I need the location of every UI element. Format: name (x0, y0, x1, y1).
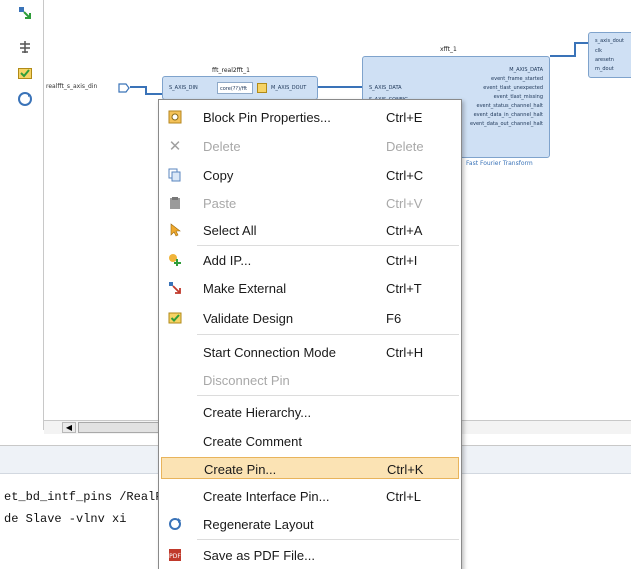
wire (574, 42, 576, 57)
external-port[interactable] (118, 82, 130, 93)
menu-item-shortcut: Ctrl+L (386, 489, 422, 504)
fft-right-pin[interactable]: M_AXIS_DATA (509, 67, 543, 73)
scrollbar-thumb[interactable] (78, 422, 168, 433)
menu-item-regenerate-layout[interactable]: Regenerate Layout (161, 513, 459, 535)
select-all-icon (167, 222, 183, 238)
menu-item-label: Validate Design (203, 311, 294, 326)
regenerate-tree-icon[interactable] (14, 36, 36, 58)
realfft-block-title: fft_real2fft_1 (212, 67, 250, 74)
realfft-right-pin[interactable]: M_AXIS_DOUT (271, 85, 306, 91)
menu-item-label: Delete (203, 139, 241, 154)
menu-item-label: Block Pin Properties... (203, 110, 331, 125)
fft-right-pin[interactable]: event_frame_started (491, 76, 543, 82)
right-block-pin[interactable]: m_dout (595, 66, 614, 72)
right-block[interactable]: s_axis_dout clk aresetn m_dout (588, 32, 631, 78)
regenerate-layout-icon[interactable] (14, 88, 36, 110)
menu-separator (197, 334, 459, 335)
menu-item-label: Make External (203, 281, 287, 296)
menu-separator (197, 395, 459, 396)
fft-block-subtitle: Fast Fourier Transform (466, 160, 533, 167)
menu-item-label: Select All (203, 223, 257, 238)
make-external-icon[interactable] (14, 2, 36, 24)
validate-design-icon (167, 310, 183, 326)
menu-item-shortcut: Ctrl+C (386, 168, 424, 183)
menu-item-label: Paste (203, 196, 237, 211)
wire (130, 86, 146, 88)
menu-item-disconnect-pin[interactable]: Disconnect Pin (161, 369, 459, 391)
diagram-toolbar (0, 0, 44, 430)
fft-right-pin[interactable]: event_tlast_missing (494, 94, 543, 100)
fft-right-pin[interactable]: event_status_channel_halt (477, 103, 543, 109)
validate-design-icon[interactable] (14, 62, 36, 84)
menu-item-save-as-pdf[interactable]: PDF Save as PDF File... (161, 544, 459, 566)
right-block-pin[interactable]: aresetn (595, 57, 614, 63)
make-external-icon (167, 280, 183, 296)
realfft-block[interactable]: S_AXIS_DIN core(??)/fft M_AXIS_DOUT (162, 76, 318, 100)
realfft-status-icon (257, 83, 267, 93)
menu-item-label: Disconnect Pin (203, 373, 290, 388)
menu-item-shortcut: Ctrl+A (386, 223, 423, 238)
wire (318, 86, 362, 88)
scroll-left-arrow-icon[interactable]: ◀ (62, 422, 76, 433)
right-block-pin[interactable]: s_axis_dout (595, 38, 624, 44)
menu-item-shortcut: F6 (386, 311, 402, 326)
copy-icon (167, 167, 183, 183)
menu-item-shortcut: Ctrl+K (387, 462, 424, 477)
menu-item-select-all[interactable]: Select All Ctrl+A (161, 219, 459, 241)
menu-item-shortcut: Ctrl+E (386, 110, 423, 125)
fft-block-title: xfft_1 (440, 46, 457, 53)
menu-item-shortcut: Ctrl+V (386, 196, 423, 211)
fft-right-pin[interactable]: event_data_out_channel_halt (470, 121, 543, 127)
menu-item-start-connection-mode[interactable]: Start Connection Mode Ctrl+H (161, 341, 459, 363)
menu-item-label: Create Hierarchy... (203, 405, 312, 420)
menu-item-validate-design[interactable]: Validate Design F6 (161, 307, 459, 329)
add-ip-icon (167, 252, 183, 268)
svg-text:PDF: PDF (169, 553, 181, 560)
delete-x-icon: ✕ (168, 137, 182, 155)
wire (550, 55, 575, 57)
menu-separator (197, 245, 459, 246)
paste-icon (167, 195, 183, 211)
menu-separator (197, 539, 459, 540)
menu-item-label: Save as PDF File... (203, 548, 315, 563)
right-block-pin[interactable]: clk (595, 48, 602, 54)
menu-item-label: Create Comment (203, 434, 302, 449)
menu-item-make-external[interactable]: Make External Ctrl+T (161, 277, 459, 299)
menu-item-label: Create Interface Pin... (203, 489, 330, 504)
pdf-icon: PDF (167, 547, 183, 563)
menu-item-label: Copy (203, 168, 234, 183)
block-pin-properties-icon (167, 109, 183, 125)
menu-item-label: Start Connection Mode (203, 345, 336, 360)
realfft-left-pin[interactable]: S_AXIS_DIN (169, 85, 198, 91)
fft-right-pin[interactable]: event_data_in_channel_halt (474, 112, 543, 118)
menu-item-shortcut: Ctrl+T (386, 281, 422, 296)
fft-right-pin[interactable]: event_tlast_unexpected (483, 85, 543, 91)
menu-item-add-ip[interactable]: Add IP... Ctrl+I (161, 249, 459, 271)
menu-item-create-pin[interactable]: Create Pin... Ctrl+K (161, 457, 459, 479)
menu-item-shortcut: Delete (386, 139, 424, 154)
menu-item-create-interface-pin[interactable]: Create Interface Pin... Ctrl+L (161, 485, 459, 507)
menu-item-label: Regenerate Layout (203, 517, 314, 532)
realfft-inner-box: core(??)/fft (217, 82, 253, 94)
menu-item-shortcut: Ctrl+H (386, 345, 424, 360)
menu-item-block-pin-properties[interactable]: Block Pin Properties... Ctrl+E (161, 106, 459, 128)
menu-item-copy[interactable]: Copy Ctrl+C (161, 164, 459, 186)
menu-item-label: Add IP... (203, 253, 252, 268)
menu-item-paste[interactable]: Paste Ctrl+V (161, 192, 459, 214)
menu-item-label: Create Pin... (204, 462, 277, 477)
regenerate-layout-icon (167, 516, 183, 532)
menu-item-delete[interactable]: ✕ Delete Delete (161, 135, 459, 157)
fft-left-pin[interactable]: S_AXIS_DATA (369, 85, 402, 91)
wire (574, 42, 588, 44)
context-menu: Block Pin Properties... Ctrl+E ✕ Delete … (158, 99, 462, 569)
menu-item-create-comment[interactable]: Create Comment (161, 430, 459, 452)
wire (145, 93, 162, 95)
menu-item-shortcut: Ctrl+I (386, 253, 418, 268)
realfft-inner-label: core(??)/fft (220, 86, 248, 92)
external-port-label: realfft_s_axis_din (46, 83, 98, 90)
menu-item-create-hierarchy[interactable]: Create Hierarchy... (161, 401, 459, 423)
